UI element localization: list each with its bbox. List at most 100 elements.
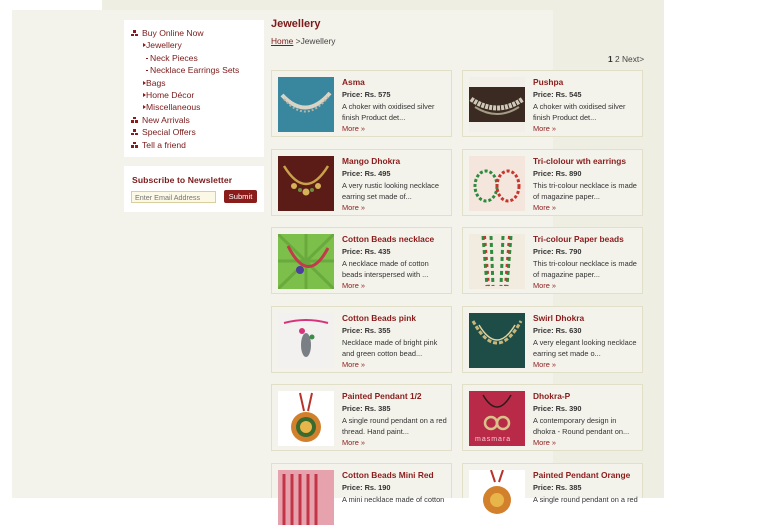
- product-name-link[interactable]: Cotton Beads necklace: [342, 234, 434, 244]
- product-card: Mango Dhokra Price: Rs. 495 A very rustic …: [271, 149, 452, 216]
- product-description: A choker with oxidised silver finish Pro…: [533, 102, 626, 122]
- product-description: A very elegant looking necklace earring …: [533, 338, 637, 358]
- newsletter-title: Subscribe to Newsletter: [132, 175, 233, 185]
- product-name-link[interactable]: Cotton Beads pink: [342, 313, 416, 323]
- category-item[interactable]: Miscellaneous: [124, 101, 264, 113]
- category-label: Necklace Earrings Sets: [150, 65, 240, 76]
- category-menu: Buy Online Now Jewellery Neck Pieces Neckla…: [124, 20, 264, 157]
- product-more-link[interactable]: More »: [533, 360, 556, 369]
- product-description: This tri-colour necklace is made of maga…: [533, 181, 637, 201]
- product-card: Asma Price: Rs. 575 A choker with oxidised…: [271, 70, 452, 137]
- category-label: Miscellaneous: [146, 102, 201, 113]
- product-price: Price: Rs. 545: [533, 90, 582, 99]
- product-more-link[interactable]: More »: [533, 281, 556, 290]
- product-description: A very rustic looking necklace earring s…: [342, 181, 439, 201]
- product-description: A choker with oxidised silver finish Pro…: [342, 102, 435, 122]
- product-more-link[interactable]: More »: [342, 203, 365, 212]
- product-card: Pushpa Price: Rs. 545 A choker with oxidis…: [462, 70, 643, 137]
- product-name-link[interactable]: Painted Pendant 1/2: [342, 391, 422, 401]
- product-image[interactable]: [278, 156, 334, 211]
- product-price: Price: Rs. 630: [533, 326, 582, 335]
- newsletter-submit-button[interactable]: Submit: [224, 190, 257, 203]
- category-list: Buy Online Now Jewellery Neck Pieces Neckla…: [124, 27, 264, 151]
- product-card: Cotton Beads pink Price: Rs. 355 Necklace …: [271, 306, 452, 373]
- arrow-right-icon: [143, 80, 146, 85]
- product-name-link[interactable]: Mango Dhokra: [342, 156, 400, 166]
- product-card: Cotton Beads Mini Red Price: Rs. 190 A min…: [271, 463, 452, 525]
- product-name-link[interactable]: Swirl Dhokra: [533, 313, 584, 323]
- product-price: Price: Rs. 355: [342, 326, 391, 335]
- arrow-right-icon: [143, 43, 146, 48]
- product-name-link[interactable]: Tri-colour Paper beads: [533, 234, 624, 244]
- category-label: Jewellery: [146, 40, 182, 51]
- product-image[interactable]: masmara: [469, 391, 525, 446]
- product-image[interactable]: [278, 313, 334, 368]
- product-description: A single round pendant on a red thread. …: [342, 416, 447, 436]
- product-description: This tri-colour necklace is made of maga…: [533, 259, 637, 279]
- category-item[interactable]: Tell a friend: [124, 139, 264, 151]
- page-next-link[interactable]: Next>: [622, 54, 644, 64]
- product-image[interactable]: [276, 232, 336, 291]
- category-item[interactable]: Necklace Earrings Sets: [124, 64, 264, 76]
- category-item[interactable]: New Arrivals: [124, 114, 264, 126]
- page-title: Jewellery: [271, 18, 321, 30]
- newsletter-email-input[interactable]: [131, 191, 216, 203]
- category-item[interactable]: Neck Pieces: [124, 52, 264, 64]
- category-label: Special Offers: [142, 127, 196, 138]
- triangle-bullet-icon: [131, 30, 138, 37]
- page-current: 1: [608, 54, 613, 64]
- product-image[interactable]: [469, 234, 525, 289]
- product-price: Price: Rs. 890: [533, 169, 582, 178]
- product-image[interactable]: [278, 77, 334, 132]
- category-label: Home Décor: [146, 89, 195, 100]
- product-more-link[interactable]: More »: [342, 124, 365, 133]
- category-item[interactable]: Home Décor: [124, 89, 264, 101]
- dash-icon: [146, 57, 148, 59]
- product-image[interactable]: [278, 391, 334, 446]
- product-more-link[interactable]: More »: [342, 281, 365, 290]
- product-name-link[interactable]: Pushpa: [533, 77, 563, 87]
- product-image[interactable]: [469, 156, 525, 211]
- product-image[interactable]: [469, 77, 525, 132]
- product-card: Tri-colour Paper beads Price: Rs. 790 This…: [462, 227, 643, 294]
- page-link-2[interactable]: 2: [615, 54, 620, 64]
- arrow-right-icon: [143, 105, 146, 110]
- breadcrumb-separator: >: [293, 36, 301, 46]
- product-description: A mini necklace made of cotton: [342, 495, 445, 504]
- triangle-bullet-icon: [131, 129, 138, 136]
- product-description: A contemporary design in dhokra - Round …: [533, 416, 630, 436]
- svg-text:masmara: masmara: [475, 436, 511, 443]
- category-item[interactable]: Buy Online Now: [124, 27, 264, 39]
- newsletter-box: Subscribe to Newsletter Submit: [124, 166, 264, 212]
- category-label: Neck Pieces: [150, 52, 198, 63]
- product-description: A necklace made of cotton beads interspe…: [342, 259, 429, 279]
- product-more-link[interactable]: More »: [533, 203, 556, 212]
- product-name-link[interactable]: Painted Pendant Orange: [533, 470, 630, 480]
- product-name-link[interactable]: Dhokra-P: [533, 391, 570, 401]
- category-item[interactable]: Jewellery: [124, 39, 264, 51]
- category-label: New Arrivals: [142, 114, 190, 125]
- product-price: Price: Rs. 495: [342, 169, 391, 178]
- product-card: Swirl Dhokra Price: Rs. 630 A very elegant…: [462, 306, 643, 373]
- product-name-link[interactable]: Tri-clolour wth earrings: [533, 156, 626, 166]
- category-item[interactable]: Bags: [124, 77, 264, 89]
- product-price: Price: Rs. 790: [533, 247, 582, 256]
- category-label: Buy Online Now: [142, 28, 204, 38]
- product-more-link[interactable]: More »: [533, 124, 556, 133]
- product-price: Price: Rs. 385: [342, 404, 391, 413]
- product-card: Painted Pendant Orange Price: Rs. 385 A si…: [462, 463, 643, 525]
- product-card: Cotton Beads necklace Price: Rs. 435 A nec…: [271, 227, 452, 294]
- product-name-link[interactable]: Cotton Beads Mini Red: [342, 470, 434, 480]
- product-more-link[interactable]: More »: [533, 438, 556, 447]
- product-card: Tri-clolour wth earrings Price: Rs. 890 Th…: [462, 149, 643, 216]
- product-more-link[interactable]: More »: [342, 438, 365, 447]
- triangle-bullet-icon: [131, 116, 138, 124]
- product-more-link[interactable]: More »: [342, 360, 365, 369]
- product-image[interactable]: [469, 313, 525, 368]
- product-name-link[interactable]: Asma: [342, 77, 365, 87]
- breadcrumb-current: Jewellery: [300, 36, 336, 46]
- product-price: Price: Rs. 385: [533, 483, 582, 492]
- category-item[interactable]: Special Offers: [124, 126, 264, 138]
- breadcrumb-home-link[interactable]: Home: [271, 36, 293, 46]
- product-description: Necklace made of bright pink and green c…: [342, 338, 438, 358]
